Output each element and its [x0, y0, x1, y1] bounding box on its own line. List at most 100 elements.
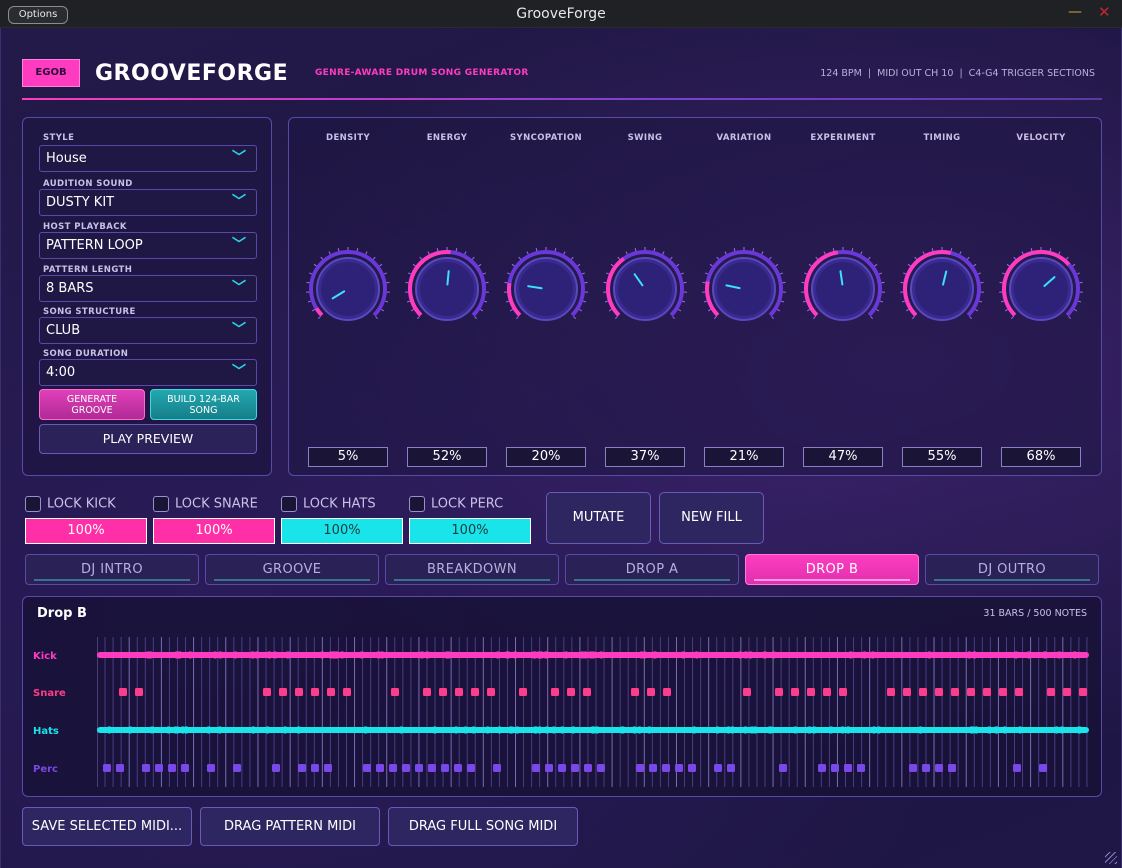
note	[857, 764, 865, 772]
note	[249, 651, 257, 659]
knob-timing[interactable]	[899, 246, 985, 332]
knob-label-timing: TIMING	[923, 133, 961, 143]
knob-variation[interactable]	[701, 246, 787, 332]
lock-perc-checkbox[interactable]: LOCK PERC	[409, 496, 503, 512]
note	[631, 688, 639, 696]
knob-swing[interactable]	[602, 246, 688, 332]
note	[295, 688, 303, 696]
hats-level-slider[interactable]: 100%	[281, 518, 403, 544]
note	[558, 726, 566, 734]
note	[389, 764, 397, 772]
note	[231, 651, 239, 659]
note	[636, 764, 644, 772]
lock-kick-label: LOCK KICK	[47, 496, 116, 512]
knob-value-swing[interactable]: 37%	[605, 447, 685, 467]
pattern-title: Drop B	[37, 606, 87, 621]
build-song-button[interactable]: BUILD 124-BAR SONG	[150, 389, 257, 420]
knob-value-energy[interactable]: 52%	[407, 447, 487, 467]
pattern-panel: Drop B 31 BARS / 500 NOTES Kick Snare Ha…	[22, 596, 1102, 797]
note	[423, 688, 431, 696]
tab-dj-intro[interactable]: DJ INTRO	[25, 554, 199, 585]
knob-value-timing[interactable]: 55%	[902, 447, 982, 467]
note	[135, 688, 143, 696]
knob-syncopation[interactable]	[503, 246, 589, 332]
pattern-grid[interactable]	[97, 637, 1095, 787]
knob-value-velocity[interactable]: 68%	[1001, 447, 1081, 467]
note	[935, 688, 943, 696]
drag-pattern-midi-button[interactable]: DRAG PATTERN MIDI	[200, 807, 380, 846]
note	[311, 764, 319, 772]
note	[651, 651, 659, 659]
note	[519, 688, 527, 696]
note	[318, 651, 326, 659]
audition-value: DUSTY KIT	[46, 195, 115, 210]
note	[454, 764, 462, 772]
new-fill-button[interactable]: NEW FILL	[659, 492, 764, 544]
tab-dj-outro[interactable]: DJ OUTRO	[925, 554, 1099, 585]
mutate-button[interactable]: MUTATE	[546, 492, 651, 544]
note	[618, 726, 626, 734]
generate-groove-button[interactable]: GENERATE GROOVE	[39, 389, 145, 420]
note	[869, 651, 877, 659]
lock-kick-checkbox[interactable]: LOCK KICK	[25, 496, 116, 512]
tab-drop-a[interactable]: DROP A	[565, 554, 739, 585]
resize-grip-icon[interactable]	[1105, 852, 1117, 864]
audition-select[interactable]: DUSTY KIT ﹀	[39, 189, 257, 216]
snare-level-slider[interactable]: 100%	[153, 518, 275, 544]
structure-select[interactable]: CLUB ﹀	[39, 317, 257, 344]
tab-drop-b[interactable]: DROP B	[745, 554, 919, 585]
note	[327, 688, 335, 696]
host-select[interactable]: PATTERN LOOP ﹀	[39, 232, 257, 259]
style-select[interactable]: House ﹀	[39, 145, 257, 172]
length-select[interactable]: 8 BARS ﹀	[39, 275, 257, 302]
knob-value-syncopation[interactable]: 20%	[506, 447, 586, 467]
note	[487, 688, 495, 696]
note	[584, 764, 592, 772]
audition-label: AUDITION SOUND	[43, 179, 133, 189]
note	[948, 764, 956, 772]
note	[142, 764, 150, 772]
knob-label-experiment: EXPERIMENT	[810, 133, 876, 143]
note	[839, 726, 847, 734]
note	[455, 688, 463, 696]
note	[779, 764, 787, 772]
close-icon[interactable]: ✕	[1098, 3, 1111, 21]
duration-select[interactable]: 4:00 ﹀	[39, 359, 257, 386]
knob-panel: DENSITY 5% ENERGY 52% SYNCOPATION 20% SWING 37%…	[288, 117, 1102, 476]
knob-velocity[interactable]	[998, 246, 1084, 332]
note	[916, 726, 925, 734]
note	[103, 764, 111, 772]
minimize-icon[interactable]: —	[1068, 4, 1082, 20]
host-label: HOST PLAYBACK	[43, 222, 127, 232]
lock-snare-checkbox[interactable]: LOCK SNARE	[153, 496, 258, 512]
kick-level-slider[interactable]: 100%	[25, 518, 147, 544]
note	[536, 726, 544, 734]
knob-energy[interactable]	[404, 246, 490, 332]
note	[675, 764, 683, 772]
tab-groove[interactable]: GROOVE	[205, 554, 379, 585]
drag-song-midi-button[interactable]: DRAG FULL SONG MIDI	[388, 807, 578, 846]
note	[1071, 651, 1079, 659]
lock-hats-checkbox[interactable]: LOCK HATS	[281, 496, 376, 512]
chevron-down-icon: ﹀	[232, 150, 246, 166]
row-label-hats: Hats	[33, 726, 59, 737]
knob-experiment[interactable]	[800, 246, 886, 332]
knob-density[interactable]	[305, 246, 391, 332]
tagline: GENRE-AWARE DRUM SONG GENERATOR	[315, 68, 529, 78]
save-midi-button[interactable]: SAVE SELECTED MIDI...	[22, 807, 192, 846]
note	[284, 651, 292, 659]
duration-label: SONG DURATION	[43, 349, 129, 359]
note	[311, 688, 319, 696]
note	[999, 688, 1007, 696]
knob-value-density[interactable]: 5%	[308, 447, 388, 467]
note	[216, 726, 224, 734]
note	[748, 726, 756, 734]
play-preview-button[interactable]: PLAY PREVIEW	[39, 424, 257, 454]
knob-value-experiment[interactable]: 47%	[803, 447, 883, 467]
note	[1025, 651, 1033, 659]
checkbox-icon	[281, 496, 297, 512]
tab-breakdown[interactable]: BREAKDOWN	[385, 554, 559, 585]
note	[508, 726, 516, 734]
perc-level-slider[interactable]: 100%	[409, 518, 531, 544]
knob-value-variation[interactable]: 21%	[704, 447, 784, 467]
